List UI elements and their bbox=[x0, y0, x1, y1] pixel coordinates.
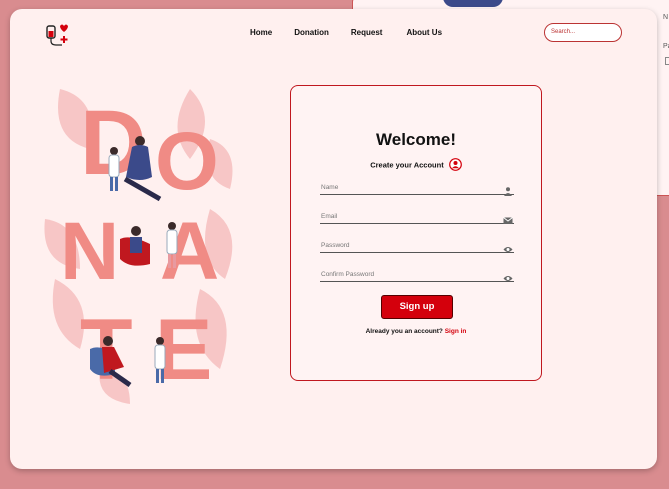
eye-icon[interactable] bbox=[503, 270, 513, 281]
confirm-password-field[interactable]: Confirm Password bbox=[320, 270, 514, 282]
form-title: Welcome! bbox=[376, 130, 456, 149]
signup-form: Welcome! Create your Account Name Email bbox=[290, 85, 542, 381]
name-field[interactable]: Name bbox=[320, 183, 514, 196]
donate-illustration: D O N A T E bbox=[40, 79, 250, 409]
name-field-label: Name bbox=[321, 184, 339, 191]
mail-icon bbox=[503, 212, 513, 224]
main-menu: Home Donation Request About Us bbox=[250, 28, 442, 37]
form-subtitle-text: Create your Account bbox=[370, 160, 444, 170]
navbar: Home Donation Request About Us Search... bbox=[10, 9, 657, 57]
blood-donation-logo-icon[interactable] bbox=[44, 22, 72, 48]
eye-icon[interactable] bbox=[503, 241, 513, 252]
signin-link[interactable]: Sign in bbox=[445, 328, 467, 335]
background-checkbox bbox=[665, 57, 669, 65]
password-field-label: Password bbox=[321, 242, 350, 249]
signin-prompt-text: Already you an account? bbox=[365, 328, 443, 335]
nav-home[interactable]: Home bbox=[250, 28, 272, 37]
nav-donation[interactable]: Donation bbox=[294, 28, 329, 37]
background-figure bbox=[443, 0, 503, 7]
nav-request[interactable]: Request bbox=[351, 28, 383, 37]
user-icon bbox=[503, 183, 513, 196]
signup-button[interactable]: Sign up bbox=[381, 295, 453, 319]
account-circle-icon bbox=[448, 158, 462, 173]
email-field[interactable]: Email bbox=[320, 212, 514, 224]
password-field[interactable]: Password bbox=[320, 241, 514, 253]
app-window: Home Donation Request About Us Search...… bbox=[10, 9, 657, 469]
nav-about-us[interactable]: About Us bbox=[406, 28, 442, 37]
email-field-label: Email bbox=[321, 213, 338, 220]
background-label-p: Pa bbox=[663, 43, 669, 50]
signin-prompt: Already you an account? Sign in bbox=[291, 328, 541, 335]
search-input[interactable]: Search... bbox=[544, 23, 622, 42]
confirm-password-field-label: Confirm Password bbox=[321, 271, 375, 278]
letter-o: O bbox=[155, 116, 219, 207]
letter-n: N bbox=[60, 206, 119, 297]
form-subtitle: Create your Account bbox=[291, 158, 541, 173]
background-label-n: N bbox=[663, 14, 669, 21]
